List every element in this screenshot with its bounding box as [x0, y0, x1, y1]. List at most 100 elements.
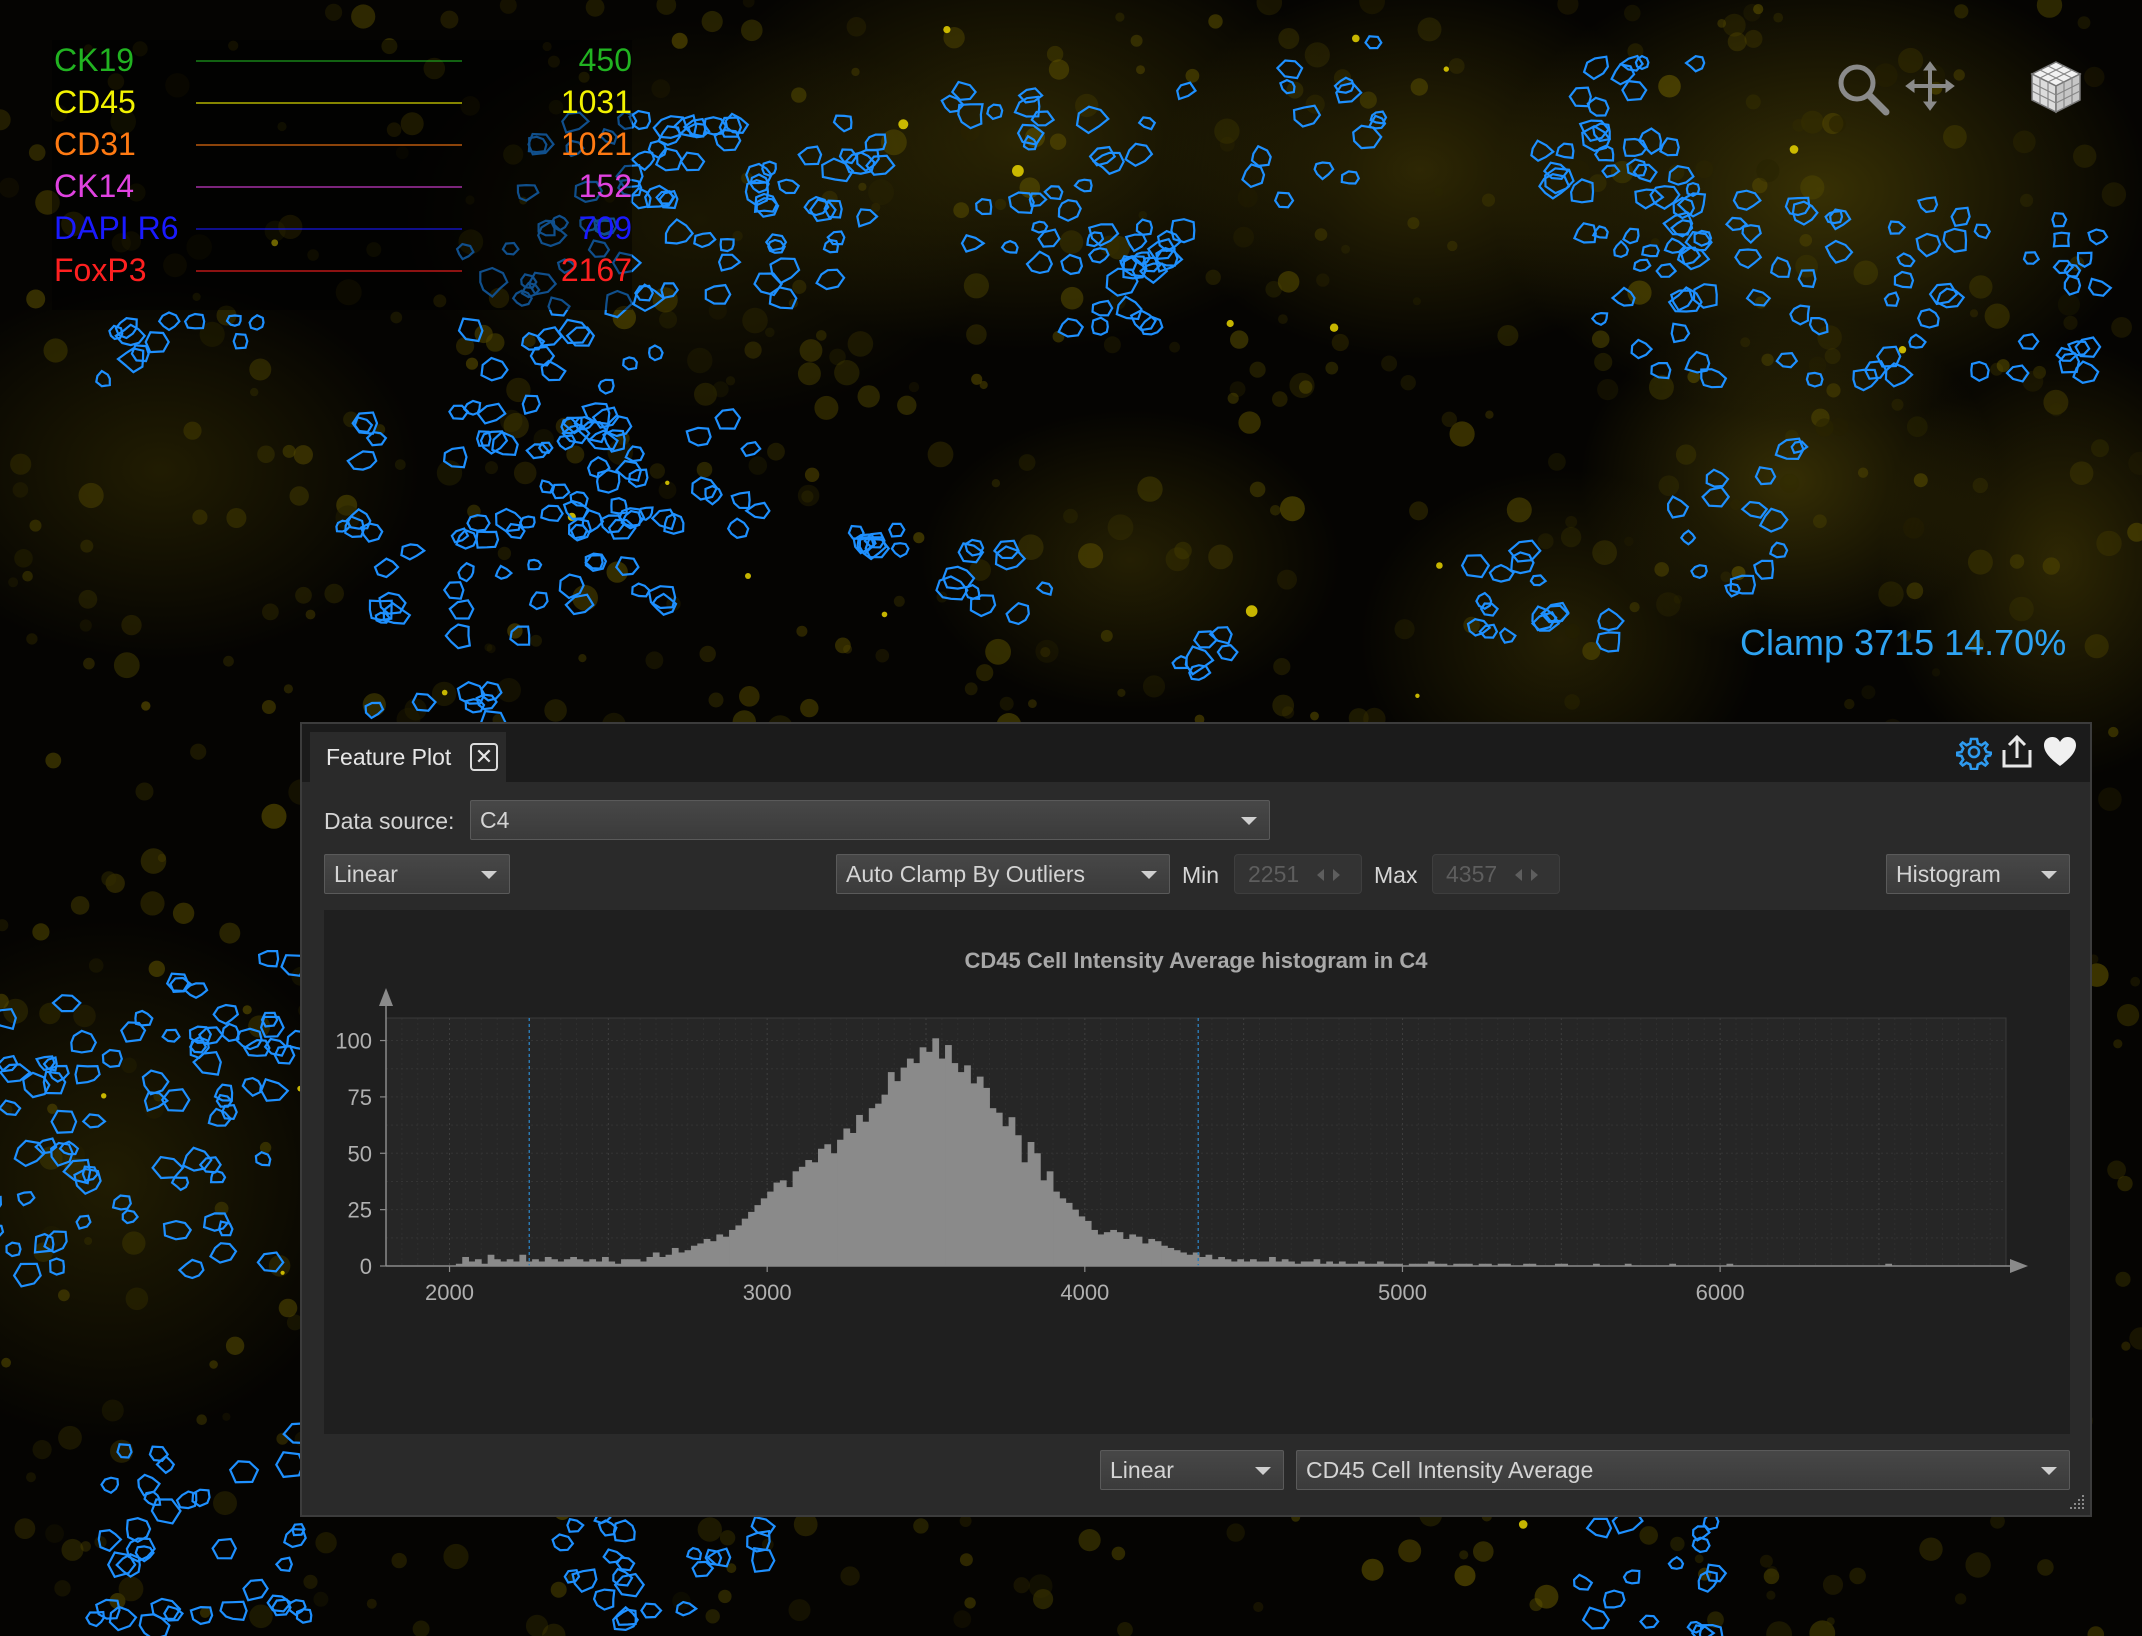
feature-select[interactable]: CD45 Cell Intensity Average: [1296, 1450, 2070, 1490]
nucleus-blob: [70, 896, 90, 915]
histogram-bar: [805, 1160, 813, 1266]
pan-icon[interactable]: [1904, 60, 1956, 112]
min-spinbox[interactable]: 2251: [1234, 854, 1362, 894]
nucleus-blob: [953, 202, 970, 219]
nucleus-blob: [219, 922, 241, 944]
cell-outline: [527, 558, 543, 571]
nucleus-blob: [2020, 193, 2034, 207]
increment-icon[interactable]: [1333, 869, 1340, 881]
nucleus-blob: [325, 3, 343, 21]
nucleus-blob: [1417, 17, 1442, 42]
channel-range-line[interactable]: [196, 228, 462, 230]
cell-outline: [714, 408, 742, 430]
nucleus-blob: [791, 87, 807, 103]
x-scale-select[interactable]: Linear: [1100, 1450, 1284, 1490]
nucleus-blob: [80, 1541, 91, 1552]
nucleus-blob: [1185, 68, 1200, 83]
cell-outline: [2022, 251, 2041, 265]
close-icon[interactable]: ✕: [470, 743, 498, 771]
nucleus-blob: [513, 461, 537, 485]
nucleus-blob: [45, 1524, 64, 1543]
clamp-mode-select[interactable]: Auto Clamp By Outliers: [836, 854, 1170, 894]
nucleus-blob: [1891, 398, 1904, 411]
cell-outline: [685, 1546, 703, 1561]
histogram-plot-area[interactable]: CD45 Cell Intensity Average histogram in…: [324, 910, 2070, 1434]
nucleus-blob: [140, 848, 167, 874]
histogram-bar: [589, 1259, 597, 1266]
channel-range-line[interactable]: [196, 186, 462, 188]
cell-outline: [797, 145, 823, 166]
nucleus-blob: [908, 381, 920, 393]
histogram-bar: [1053, 1191, 1060, 1266]
decrement-icon[interactable]: [1515, 869, 1522, 881]
nucleus-blob: [1560, 526, 1582, 548]
gear-icon[interactable]: [1955, 734, 1993, 771]
image-viewer[interactable]: CK19 450 CD45 1031 CD31 1021 CK14 152 DAPI R6 709…: [0, 0, 2142, 1636]
nucleus-blob: [1138, 210, 1148, 220]
cell-outline: [111, 1194, 132, 1211]
cell-outline: [1590, 311, 1609, 327]
max-spinbox[interactable]: 4357: [1432, 854, 1560, 894]
increment-icon[interactable]: [1531, 869, 1538, 881]
scale-mode-select[interactable]: Linear: [324, 854, 510, 894]
nucleus-blob: [1753, 4, 1764, 15]
nucleus-blob: [1969, 309, 1979, 318]
cell-outline: [475, 530, 500, 549]
histogram-bar: [900, 1067, 908, 1266]
channel-range-line[interactable]: [196, 60, 462, 62]
histogram-bar: [1180, 1252, 1187, 1266]
histogram-bar: [1237, 1259, 1245, 1266]
nucleus-blob: [2077, 16, 2091, 30]
histogram-bar: [989, 1108, 997, 1266]
nucleus-blob: [366, 1598, 377, 1609]
cell-outline: [1602, 1589, 1626, 1609]
cell-outline: [986, 103, 1004, 121]
channel-range-line[interactable]: [196, 144, 462, 146]
histogram-bar: [760, 1198, 768, 1266]
plot-type-select[interactable]: Histogram: [1886, 854, 2070, 894]
nucleus-blob: [278, 1298, 298, 1318]
cell-outline: [1754, 466, 1777, 486]
nucleus-blob: [2117, 1004, 2140, 1027]
cube-icon[interactable]: [2028, 58, 2084, 114]
nucleus-blob: [499, 0, 517, 14]
resize-grip-icon[interactable]: [2068, 1493, 2086, 1511]
export-icon[interactable]: [1999, 734, 2035, 770]
tab-feature-plot[interactable]: Feature Plot ✕: [310, 732, 506, 782]
channel-range-line[interactable]: [196, 102, 462, 104]
cell-outline: [161, 1028, 181, 1043]
histogram-bar: [602, 1256, 609, 1266]
cell-outline: [74, 1064, 101, 1085]
nucleus-blob: [32, 923, 50, 941]
cell-outline: [121, 1209, 140, 1225]
nucleus-blob: [101, 1399, 124, 1422]
channel-range-line[interactable]: [196, 270, 462, 272]
cell-outline: [1622, 1569, 1641, 1585]
channel-name: CD31: [54, 126, 136, 162]
data-source-select[interactable]: C4: [470, 800, 1270, 840]
cell-outline: [448, 404, 470, 421]
nucleus-blob: [1174, 541, 1192, 560]
nucleus-blob: [1040, 647, 1051, 658]
nucleus-blob: [43, 338, 68, 363]
histogram-bar: [894, 1081, 901, 1266]
nucleus-blob: [1730, 499, 1741, 511]
cell-outline: [1621, 227, 1640, 245]
zoom-icon[interactable]: [1834, 60, 1892, 118]
cell-outline: [540, 359, 567, 382]
nucleus-blob: [913, 532, 925, 544]
nucleus-blob: [1972, 477, 1989, 494]
histogram-bar: [754, 1205, 762, 1266]
nucleus-blob: [196, 1414, 207, 1425]
decrement-icon[interactable]: [1317, 869, 1324, 881]
nucleus-blob: [1407, 217, 1420, 230]
nucleus-blob: [303, 1574, 318, 1589]
cell-outline: [1043, 185, 1064, 201]
cell-outline: [630, 150, 656, 172]
nucleus-blob: [58, 1425, 82, 1450]
nucleus-blob: [22, 570, 33, 582]
cell-outline: [888, 522, 906, 538]
histogram-bar: [887, 1072, 895, 1266]
cell-outline: [5, 1241, 22, 1258]
heart-icon[interactable]: [2042, 734, 2078, 770]
